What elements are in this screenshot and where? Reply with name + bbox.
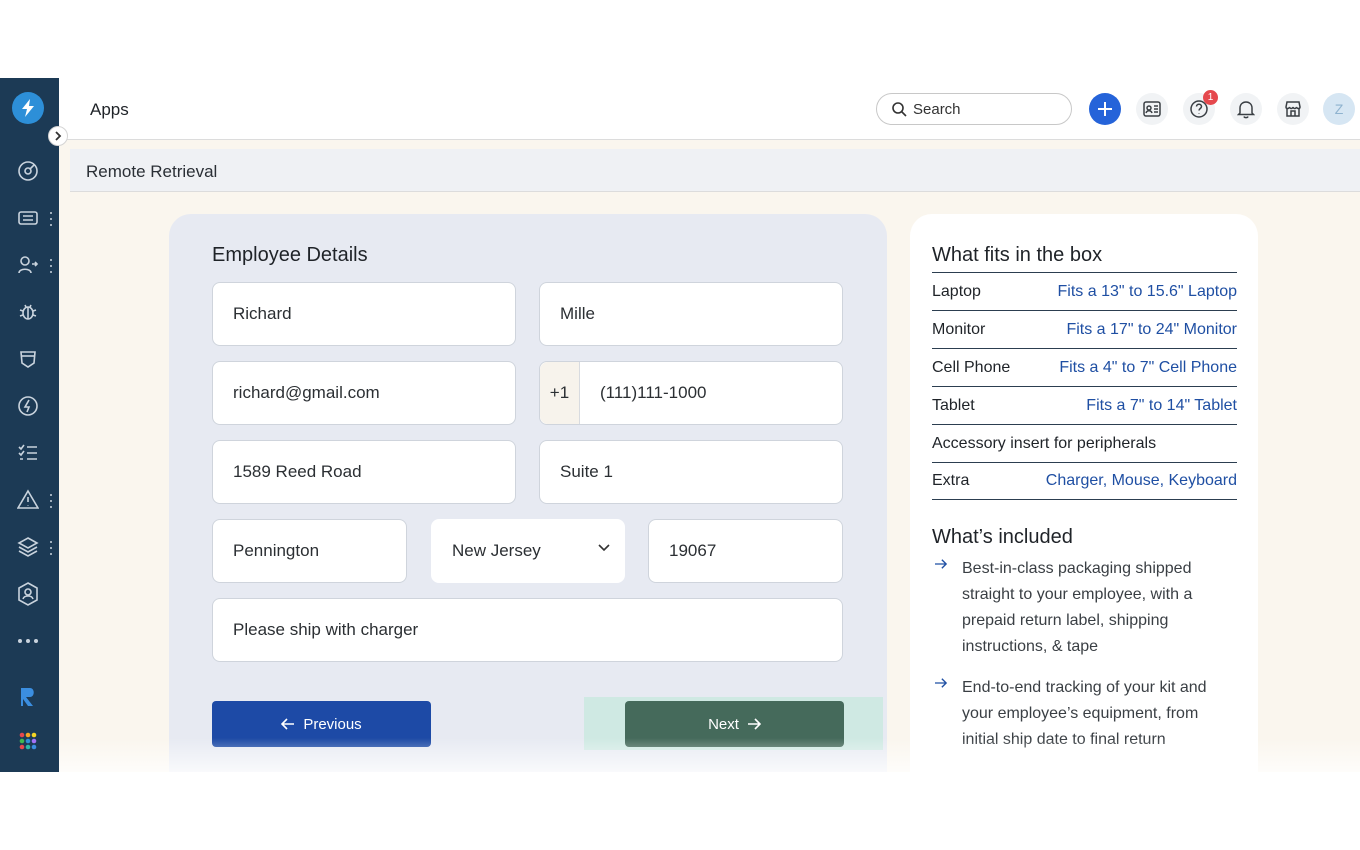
alert-more-icon[interactable] bbox=[48, 494, 54, 508]
email-input[interactable] bbox=[233, 383, 515, 403]
zip-input[interactable] bbox=[669, 541, 842, 561]
layers-more-icon[interactable] bbox=[48, 541, 54, 555]
spec-row-tablet: Tablet Fits a 7" to 14" Tablet bbox=[932, 386, 1237, 424]
included-item: End-to-end tracking of your kit and your… bbox=[932, 675, 1232, 753]
phone-input[interactable] bbox=[600, 383, 842, 403]
automation-icon[interactable] bbox=[15, 393, 41, 419]
sidebar-collapse-button[interactable] bbox=[48, 126, 68, 146]
search-input[interactable] bbox=[913, 100, 1063, 118]
arrow-right-icon bbox=[935, 678, 948, 688]
dashboard-icon[interactable] bbox=[15, 158, 41, 184]
included-item: Best-in-class packaging shipped straight… bbox=[932, 556, 1232, 660]
state-select[interactable]: New Jersey bbox=[431, 519, 625, 583]
tickets-icon[interactable] bbox=[15, 205, 41, 231]
address-line1-field[interactable] bbox=[212, 440, 516, 504]
address-line1-input[interactable] bbox=[233, 462, 515, 482]
bell-icon bbox=[1237, 101, 1255, 119]
contacts-more-icon[interactable] bbox=[48, 259, 54, 273]
admin-icon[interactable] bbox=[15, 581, 41, 607]
spec-label: Monitor bbox=[932, 320, 986, 338]
more-apps-icon[interactable] bbox=[15, 628, 41, 654]
page-title: Apps bbox=[90, 100, 129, 119]
included-item-text: Best-in-class packaging shipped straight… bbox=[962, 560, 1193, 655]
address-line2-input[interactable] bbox=[560, 462, 842, 482]
app-logo-icon[interactable] bbox=[12, 92, 44, 124]
shield-icon[interactable] bbox=[15, 346, 41, 372]
breadcrumb: Remote Retrieval bbox=[70, 149, 1360, 192]
note-field[interactable] bbox=[212, 598, 843, 662]
spec-row-cell-phone: Cell Phone Fits a 4" to 7" Cell Phone bbox=[932, 348, 1237, 386]
spec-value-link[interactable]: Fits a 17" to 24" Monitor bbox=[1066, 321, 1237, 339]
contacts-icon[interactable] bbox=[15, 252, 41, 278]
first-name-field[interactable] bbox=[212, 282, 516, 346]
box-fit-title: What fits in the box bbox=[932, 244, 1103, 266]
notifications-button[interactable] bbox=[1230, 93, 1262, 125]
spec-value-link[interactable]: Charger, Mouse, Keyboard bbox=[1046, 472, 1237, 490]
email-field[interactable] bbox=[212, 361, 516, 425]
city-field[interactable] bbox=[212, 519, 407, 583]
phone-field[interactable]: +1 bbox=[539, 361, 843, 425]
spec-value-link[interactable]: Fits a 7" to 14" Tablet bbox=[1086, 397, 1237, 415]
alert-icon[interactable] bbox=[15, 487, 41, 513]
chevron-right-icon bbox=[55, 131, 62, 141]
spec-label: Laptop bbox=[932, 282, 981, 300]
chevron-down-icon bbox=[598, 544, 610, 552]
box-info-card: What fits in the box Laptop Fits a 13" t… bbox=[910, 214, 1258, 772]
contact-card-icon bbox=[1143, 101, 1161, 117]
notification-badge: 1 bbox=[1203, 90, 1218, 105]
address-line2-field[interactable] bbox=[539, 440, 843, 504]
app-grid-icon[interactable] bbox=[15, 728, 41, 754]
included-title: What’s included bbox=[932, 526, 1073, 548]
included-item-text: End-to-end tracking of your kit and your… bbox=[962, 679, 1207, 748]
previous-button-label: Previous bbox=[303, 715, 362, 733]
spec-row-monitor: Monitor Fits a 17" to 24" Monitor bbox=[932, 310, 1237, 348]
first-name-input[interactable] bbox=[233, 304, 515, 324]
tickets-more-icon[interactable] bbox=[48, 212, 54, 226]
search-icon bbox=[892, 102, 907, 117]
spec-label: Accessory insert for peripherals bbox=[932, 434, 1157, 452]
breadcrumb-current: Remote Retrieval bbox=[86, 162, 218, 181]
spec-value-link[interactable]: Fits a 13" to 15.6" Laptop bbox=[1058, 283, 1237, 301]
create-button[interactable] bbox=[1089, 93, 1121, 125]
plus-icon bbox=[1098, 102, 1112, 116]
zip-field[interactable] bbox=[648, 519, 843, 583]
tasks-icon[interactable] bbox=[15, 440, 41, 466]
spec-row-accessory: Accessory insert for peripherals bbox=[932, 424, 1237, 462]
last-name-field[interactable] bbox=[539, 282, 843, 346]
employee-details-title: Employee Details bbox=[212, 244, 368, 266]
app-window: Apps 1 Z Remote Retrieval Employee Detai… bbox=[0, 78, 1360, 772]
employee-details-card: Employee Details +1 New Jersey bbox=[169, 214, 887, 772]
phone-country-code[interactable]: +1 bbox=[540, 362, 580, 424]
brand-r-icon[interactable] bbox=[15, 684, 41, 710]
note-input[interactable] bbox=[233, 620, 842, 640]
store-icon bbox=[1285, 101, 1301, 117]
layers-icon[interactable] bbox=[15, 534, 41, 560]
box-fit-table: Laptop Fits a 13" to 15.6" Laptop Monito… bbox=[932, 272, 1237, 500]
sidebar bbox=[0, 78, 59, 772]
spec-row-extra: Extra Charger, Mouse, Keyboard bbox=[932, 462, 1237, 500]
spec-row-laptop: Laptop Fits a 13" to 15.6" Laptop bbox=[932, 272, 1237, 310]
last-name-input[interactable] bbox=[560, 304, 842, 324]
search-box[interactable] bbox=[876, 93, 1072, 125]
user-avatar[interactable]: Z bbox=[1323, 93, 1355, 125]
arrow-left-icon bbox=[281, 718, 295, 730]
spec-value-link[interactable]: Fits a 4" to 7" Cell Phone bbox=[1059, 359, 1237, 377]
arrow-right-icon bbox=[935, 559, 948, 569]
bug-icon[interactable] bbox=[15, 299, 41, 325]
city-input[interactable] bbox=[233, 541, 406, 561]
arrow-right-icon bbox=[747, 718, 761, 730]
next-button[interactable]: Next bbox=[625, 701, 844, 747]
top-header: Apps 1 Z bbox=[59, 78, 1360, 140]
state-selected-value: New Jersey bbox=[452, 541, 541, 560]
previous-button[interactable]: Previous bbox=[212, 701, 431, 747]
inbox-button[interactable] bbox=[1136, 93, 1168, 125]
marketplace-button[interactable] bbox=[1277, 93, 1309, 125]
spec-label: Extra bbox=[932, 472, 970, 489]
next-button-label: Next bbox=[708, 715, 739, 733]
spec-label: Tablet bbox=[932, 396, 975, 414]
spec-label: Cell Phone bbox=[932, 358, 1011, 376]
